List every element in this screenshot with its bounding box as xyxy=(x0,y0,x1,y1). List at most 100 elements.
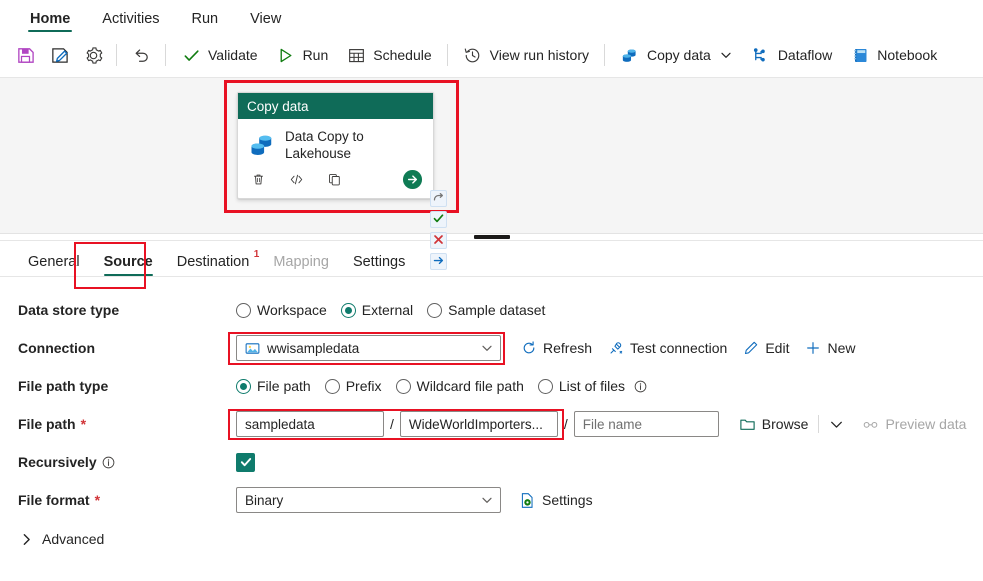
radio-prefix[interactable]: Prefix xyxy=(324,378,382,394)
notebook-label: Notebook xyxy=(877,47,938,63)
ribbon-tab-run[interactable]: Run xyxy=(176,11,235,33)
ribbon-tab-home[interactable]: Home xyxy=(14,11,86,33)
on-fail-badge[interactable] xyxy=(430,232,447,249)
undo-button[interactable] xyxy=(123,39,159,71)
on-completion-badge[interactable] xyxy=(430,253,447,270)
preview-data-button: Preview data xyxy=(856,413,972,436)
schedule-button[interactable]: Schedule xyxy=(337,39,440,71)
ribbon-tabs: Home Activities Run View xyxy=(0,0,983,33)
on-success-badge[interactable] xyxy=(430,211,447,228)
radio-file-path[interactable]: File path xyxy=(236,378,311,394)
radio-external[interactable]: External xyxy=(340,302,413,318)
file-path-row: File path * sampledata / WideWorldImport… xyxy=(0,405,983,443)
dataflow-icon xyxy=(751,45,771,65)
new-connection-button[interactable]: New xyxy=(799,337,861,359)
radio-circle-icon xyxy=(324,378,340,394)
advanced-section-toggle[interactable]: Advanced xyxy=(0,525,120,553)
file-format-row: File format * Binary Settings xyxy=(0,481,983,519)
radio-wildcard-file-path[interactable]: Wildcard file path xyxy=(395,378,524,394)
ribbon-tab-activities[interactable]: Activities xyxy=(86,11,175,33)
radio-workspace[interactable]: Workspace xyxy=(236,302,327,318)
radio-circle-icon xyxy=(340,302,356,318)
file-path-container-input[interactable]: sampledata xyxy=(236,411,384,437)
file-path-controls: sampledata / WideWorldImporters... / Fil… xyxy=(236,411,972,437)
data-store-type-row: Data store type Workspace External Sampl… xyxy=(0,291,983,329)
plug-icon xyxy=(608,340,624,356)
undo-icon xyxy=(131,45,151,65)
required-asterisk: * xyxy=(80,416,87,432)
view-run-history-button[interactable]: View run history xyxy=(454,39,598,71)
notebook-button[interactable]: Notebook xyxy=(841,39,946,71)
chevron-down-icon[interactable] xyxy=(720,45,733,65)
fail-x-icon xyxy=(433,232,444,250)
code-icon[interactable] xyxy=(286,169,306,189)
save-as-button[interactable] xyxy=(42,39,76,71)
divider xyxy=(446,44,448,66)
browse-dropdown-button[interactable] xyxy=(823,415,850,434)
path-separator: / xyxy=(563,416,568,432)
save-button[interactable] xyxy=(8,39,42,71)
file-path-type-row: File path type File path Prefix Wildcard… xyxy=(0,367,983,405)
file-name-input[interactable]: File name xyxy=(573,411,719,437)
tab-general[interactable]: General xyxy=(16,254,92,277)
connection-icon xyxy=(245,341,260,356)
tab-destination[interactable]: Destination 1 xyxy=(165,249,262,277)
duplicate-icon[interactable] xyxy=(324,169,344,189)
file-format-settings-button[interactable]: Settings xyxy=(513,489,599,512)
data-store-type-radio-group: Workspace External Sample dataset xyxy=(236,302,545,318)
delete-icon[interactable] xyxy=(248,169,268,189)
plus-icon xyxy=(805,340,821,356)
schedule-label: Schedule xyxy=(373,47,432,63)
connection-value: wwisampledata xyxy=(267,340,360,356)
copy-data-activity-card[interactable]: Copy data Data Copy to Lakehouse xyxy=(237,92,434,199)
divider xyxy=(603,44,605,66)
run-button[interactable]: Run xyxy=(267,39,338,71)
retry-arrow-icon xyxy=(433,190,444,208)
activity-connector-badges xyxy=(430,190,447,270)
chevron-down-icon xyxy=(481,494,493,506)
history-icon xyxy=(463,45,483,65)
file-path-type-radio-group: File path Prefix Wildcard file path List… xyxy=(236,378,647,394)
success-check-icon xyxy=(433,211,444,229)
file-format-dropdown[interactable]: Binary xyxy=(236,487,501,513)
file-settings-icon xyxy=(519,492,536,509)
copy-data-button[interactable]: Copy data xyxy=(611,39,742,71)
properties-tabs: General Source Destination 1 Mapping Set… xyxy=(0,241,983,289)
on-skip-badge[interactable] xyxy=(430,190,447,207)
recursively-control xyxy=(236,452,255,472)
radio-sample-dataset[interactable]: Sample dataset xyxy=(427,302,545,318)
tab-settings[interactable]: Settings xyxy=(341,254,417,277)
connection-dropdown[interactable]: wwisampledata xyxy=(236,335,501,361)
tab-destination-label: Destination xyxy=(176,253,250,270)
radio-circle-icon xyxy=(236,378,251,394)
gear-icon xyxy=(83,45,103,65)
radio-circle-icon xyxy=(236,302,251,318)
play-icon xyxy=(276,45,296,65)
test-connection-button[interactable]: Test connection xyxy=(602,337,733,359)
validate-button[interactable]: Validate xyxy=(172,39,267,71)
file-path-container-value: sampledata xyxy=(245,416,315,432)
panel-splitter[interactable] xyxy=(0,234,983,241)
refresh-connection-button[interactable]: Refresh xyxy=(515,337,598,359)
run-arrow-icon[interactable] xyxy=(402,169,423,190)
file-format-controls: Binary Settings xyxy=(236,487,599,513)
browse-button[interactable]: Browse xyxy=(733,413,815,436)
tab-source[interactable]: Source xyxy=(92,254,165,277)
view-run-history-label: View run history xyxy=(489,47,589,63)
pipeline-editor: Home Activities Run View Validate Run Sc… xyxy=(0,0,983,581)
dataflow-button[interactable]: Dataflow xyxy=(742,39,841,71)
info-icon[interactable] xyxy=(102,456,115,469)
file-path-directory-input[interactable]: WideWorldImporters... xyxy=(399,411,558,437)
ribbon-tab-view[interactable]: View xyxy=(234,11,297,33)
settings-gear-button[interactable] xyxy=(76,39,110,71)
info-icon[interactable] xyxy=(634,380,647,393)
copy-data-label: Copy data xyxy=(646,47,711,63)
command-bar: Validate Run Schedule View run history C… xyxy=(0,33,983,78)
recursively-checkbox[interactable] xyxy=(236,452,255,472)
radio-list-of-files[interactable]: List of files xyxy=(537,378,647,394)
file-path-directory-value: WideWorldImporters... xyxy=(408,416,543,432)
notebook-icon xyxy=(850,45,870,65)
pipeline-canvas[interactable]: Copy data Data Copy to Lakehouse xyxy=(0,78,983,270)
splitter-grip[interactable] xyxy=(473,235,510,239)
edit-connection-button[interactable]: Edit xyxy=(737,337,795,359)
